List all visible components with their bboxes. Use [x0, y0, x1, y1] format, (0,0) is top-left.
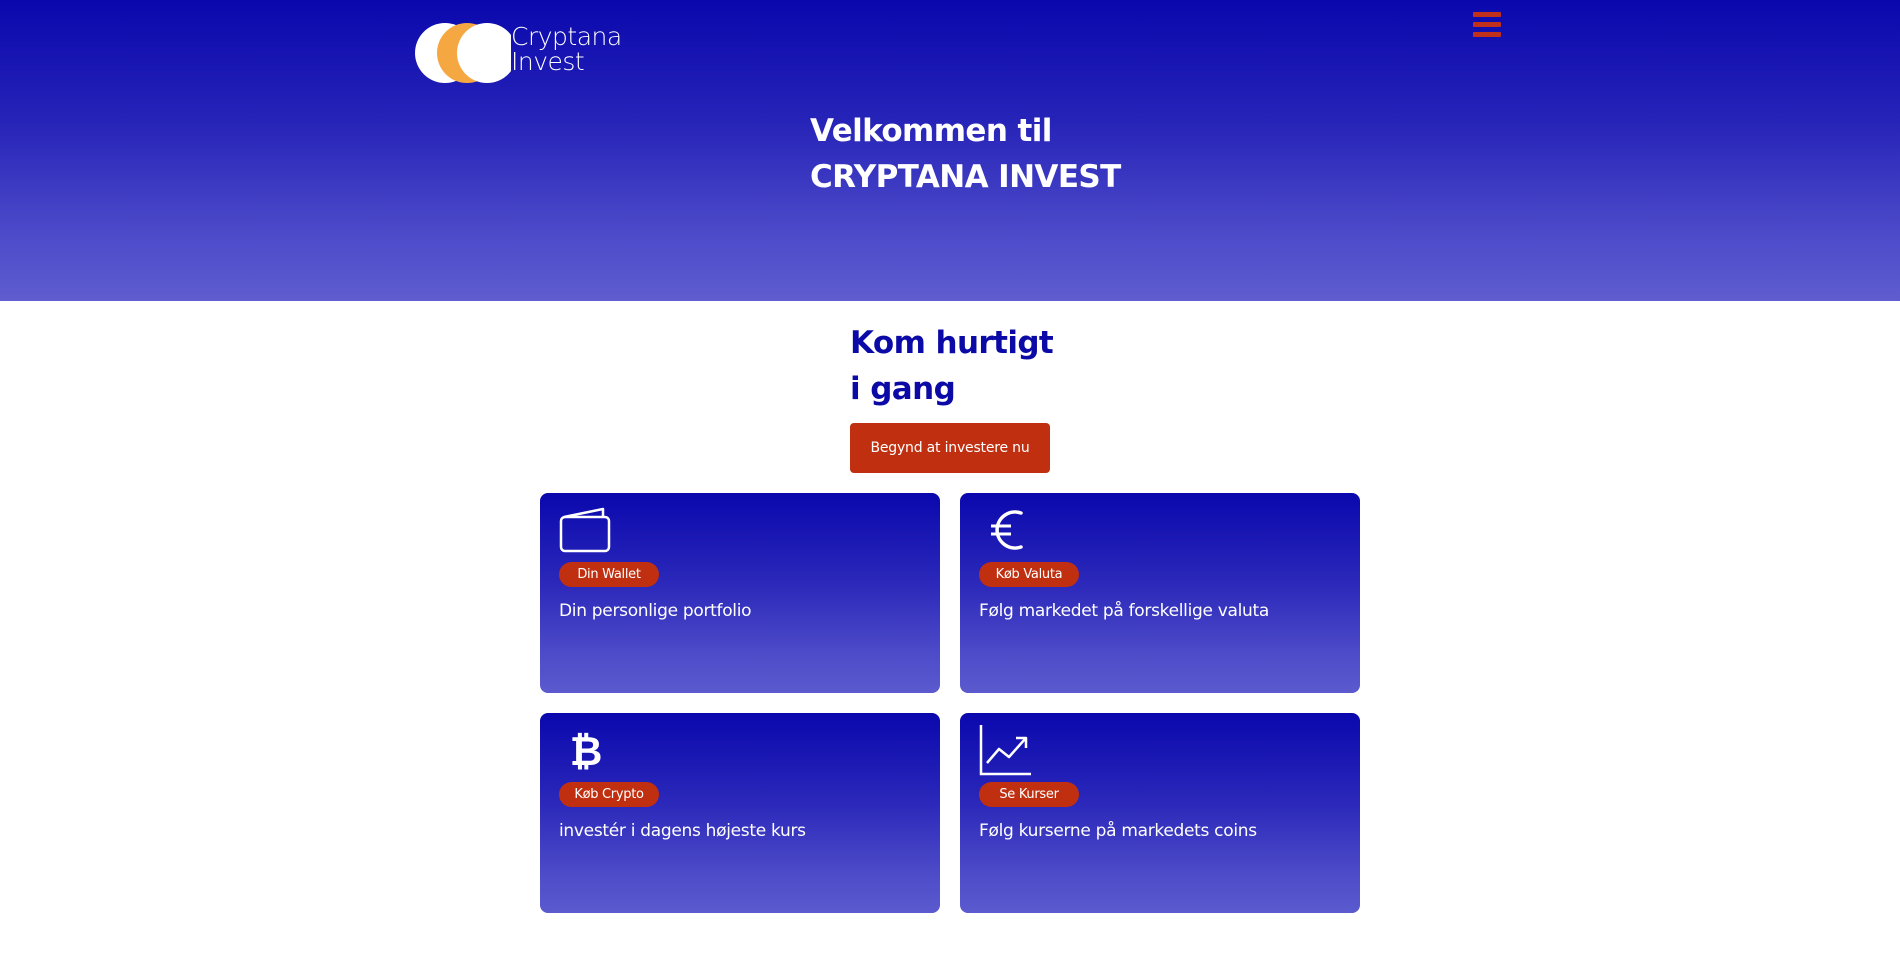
hero-header: Cryptana Invest Velkommen til CRYPTANA I… — [0, 0, 1900, 301]
euro-icon — [991, 510, 1023, 550]
hero-title-line-1: Velkommen til — [810, 113, 1052, 149]
bitcoin-icon: ₿ — [570, 729, 603, 775]
hero-title-line-2: CRYPTANA INVEST — [810, 159, 1121, 195]
card-description: Følg markedet på forskellige valuta — [979, 601, 1270, 621]
start-investing-button[interactable]: Begynd at investere nu — [850, 423, 1050, 473]
card-description: investér i dagens højeste kurs — [559, 821, 806, 841]
hamburger-menu-icon[interactable] — [1473, 12, 1501, 38]
card-badge[interactable]: Se Kurser — [979, 782, 1079, 807]
card-badge[interactable]: Køb Crypto — [559, 782, 659, 807]
logo-moons-icon — [415, 23, 511, 83]
quick-start-line-1: Kom hurtigt — [850, 325, 1054, 361]
svg-text:₿: ₿ — [570, 729, 603, 775]
card-crypto[interactable]: ₿ Køb Crypto investér i dagens højeste k… — [540, 713, 940, 913]
card-wallet[interactable]: Din Wallet Din personlige portfolio — [540, 493, 940, 693]
logo[interactable]: Cryptana Invest — [415, 18, 625, 88]
card-rates[interactable]: Se Kurser Følg kurserne på markedets coi… — [960, 713, 1360, 913]
wallet-icon — [559, 507, 611, 553]
card-description: Følg kurserne på markedets coins — [979, 821, 1257, 841]
card-currency[interactable]: Køb Valuta Følg markedet på forskellige … — [960, 493, 1360, 693]
chart-line-icon — [979, 725, 1031, 776]
logo-text: Cryptana Invest — [511, 24, 622, 74]
card-badge[interactable]: Din Wallet — [559, 562, 659, 587]
logo-line-2: Invest — [511, 47, 585, 76]
card-description: Din personlige portfolio — [559, 601, 752, 621]
hero-title: Velkommen til CRYPTANA INVEST — [810, 108, 1121, 200]
card-badge[interactable]: Køb Valuta — [979, 562, 1079, 587]
quick-start-line-2: i gang — [850, 371, 956, 407]
logo-line-1: Cryptana — [511, 22, 622, 51]
quick-start-heading: Kom hurtigt i gang — [850, 320, 1054, 412]
